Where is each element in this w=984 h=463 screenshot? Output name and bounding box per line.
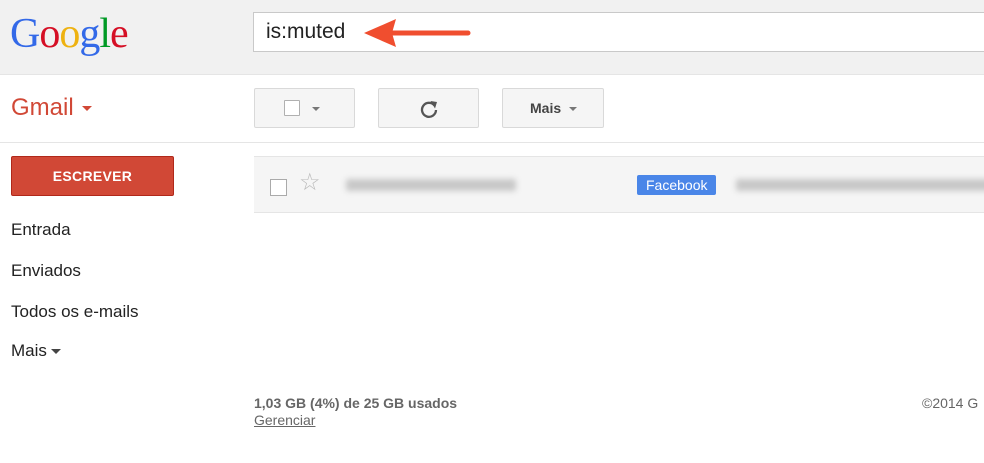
logo-letter: e — [110, 11, 129, 57]
storage-usage: 1,03 GB (4%) de 25 GB usados — [254, 395, 458, 411]
sidebar-item-label: Mais — [11, 341, 47, 360]
caret-down-icon — [50, 349, 61, 355]
caret-down-icon — [312, 107, 320, 111]
caret-down-icon — [81, 106, 92, 112]
logo-letter: l — [99, 11, 111, 57]
manage-link[interactable]: Gerenciar — [254, 412, 315, 428]
logo-letter: G — [10, 11, 40, 57]
checkbox-icon — [284, 100, 300, 116]
annotation-arrow-icon — [364, 19, 471, 47]
select-button[interactable] — [254, 88, 355, 128]
refresh-icon — [420, 101, 438, 118]
star-icon[interactable]: ☆ — [299, 171, 321, 195]
logo-letter: o — [59, 11, 80, 57]
gmail-menu[interactable]: Gmail — [11, 94, 92, 122]
label-badge[interactable]: Facebook — [637, 175, 717, 195]
subject-redacted — [736, 179, 984, 191]
sidebar-item-sent[interactable]: Enviados — [11, 261, 81, 281]
sidebar-item-all-mail[interactable]: Todos os e-mails — [11, 302, 139, 322]
checkbox[interactable] — [270, 179, 287, 196]
refresh-button[interactable] — [378, 88, 479, 128]
caret-down-icon — [569, 107, 577, 111]
top-header: Google — [0, 0, 984, 75]
copyright: ©2014 G — [922, 395, 979, 411]
sender-redacted — [346, 179, 516, 191]
sidebar-item-more[interactable]: Mais — [11, 341, 61, 361]
logo-letter: g — [79, 11, 100, 57]
logo-letter: o — [39, 11, 60, 57]
compose-button[interactable]: ESCREVER — [11, 156, 174, 196]
table-row[interactable]: ☆ Facebook — [254, 156, 984, 213]
gmail-label: Gmail — [11, 94, 74, 121]
more-label: Mais — [530, 100, 562, 116]
more-button[interactable]: Mais — [502, 88, 604, 128]
divider — [0, 142, 984, 143]
sidebar-item-inbox[interactable]: Entrada — [11, 220, 71, 240]
google-logo[interactable]: Google — [10, 10, 129, 58]
